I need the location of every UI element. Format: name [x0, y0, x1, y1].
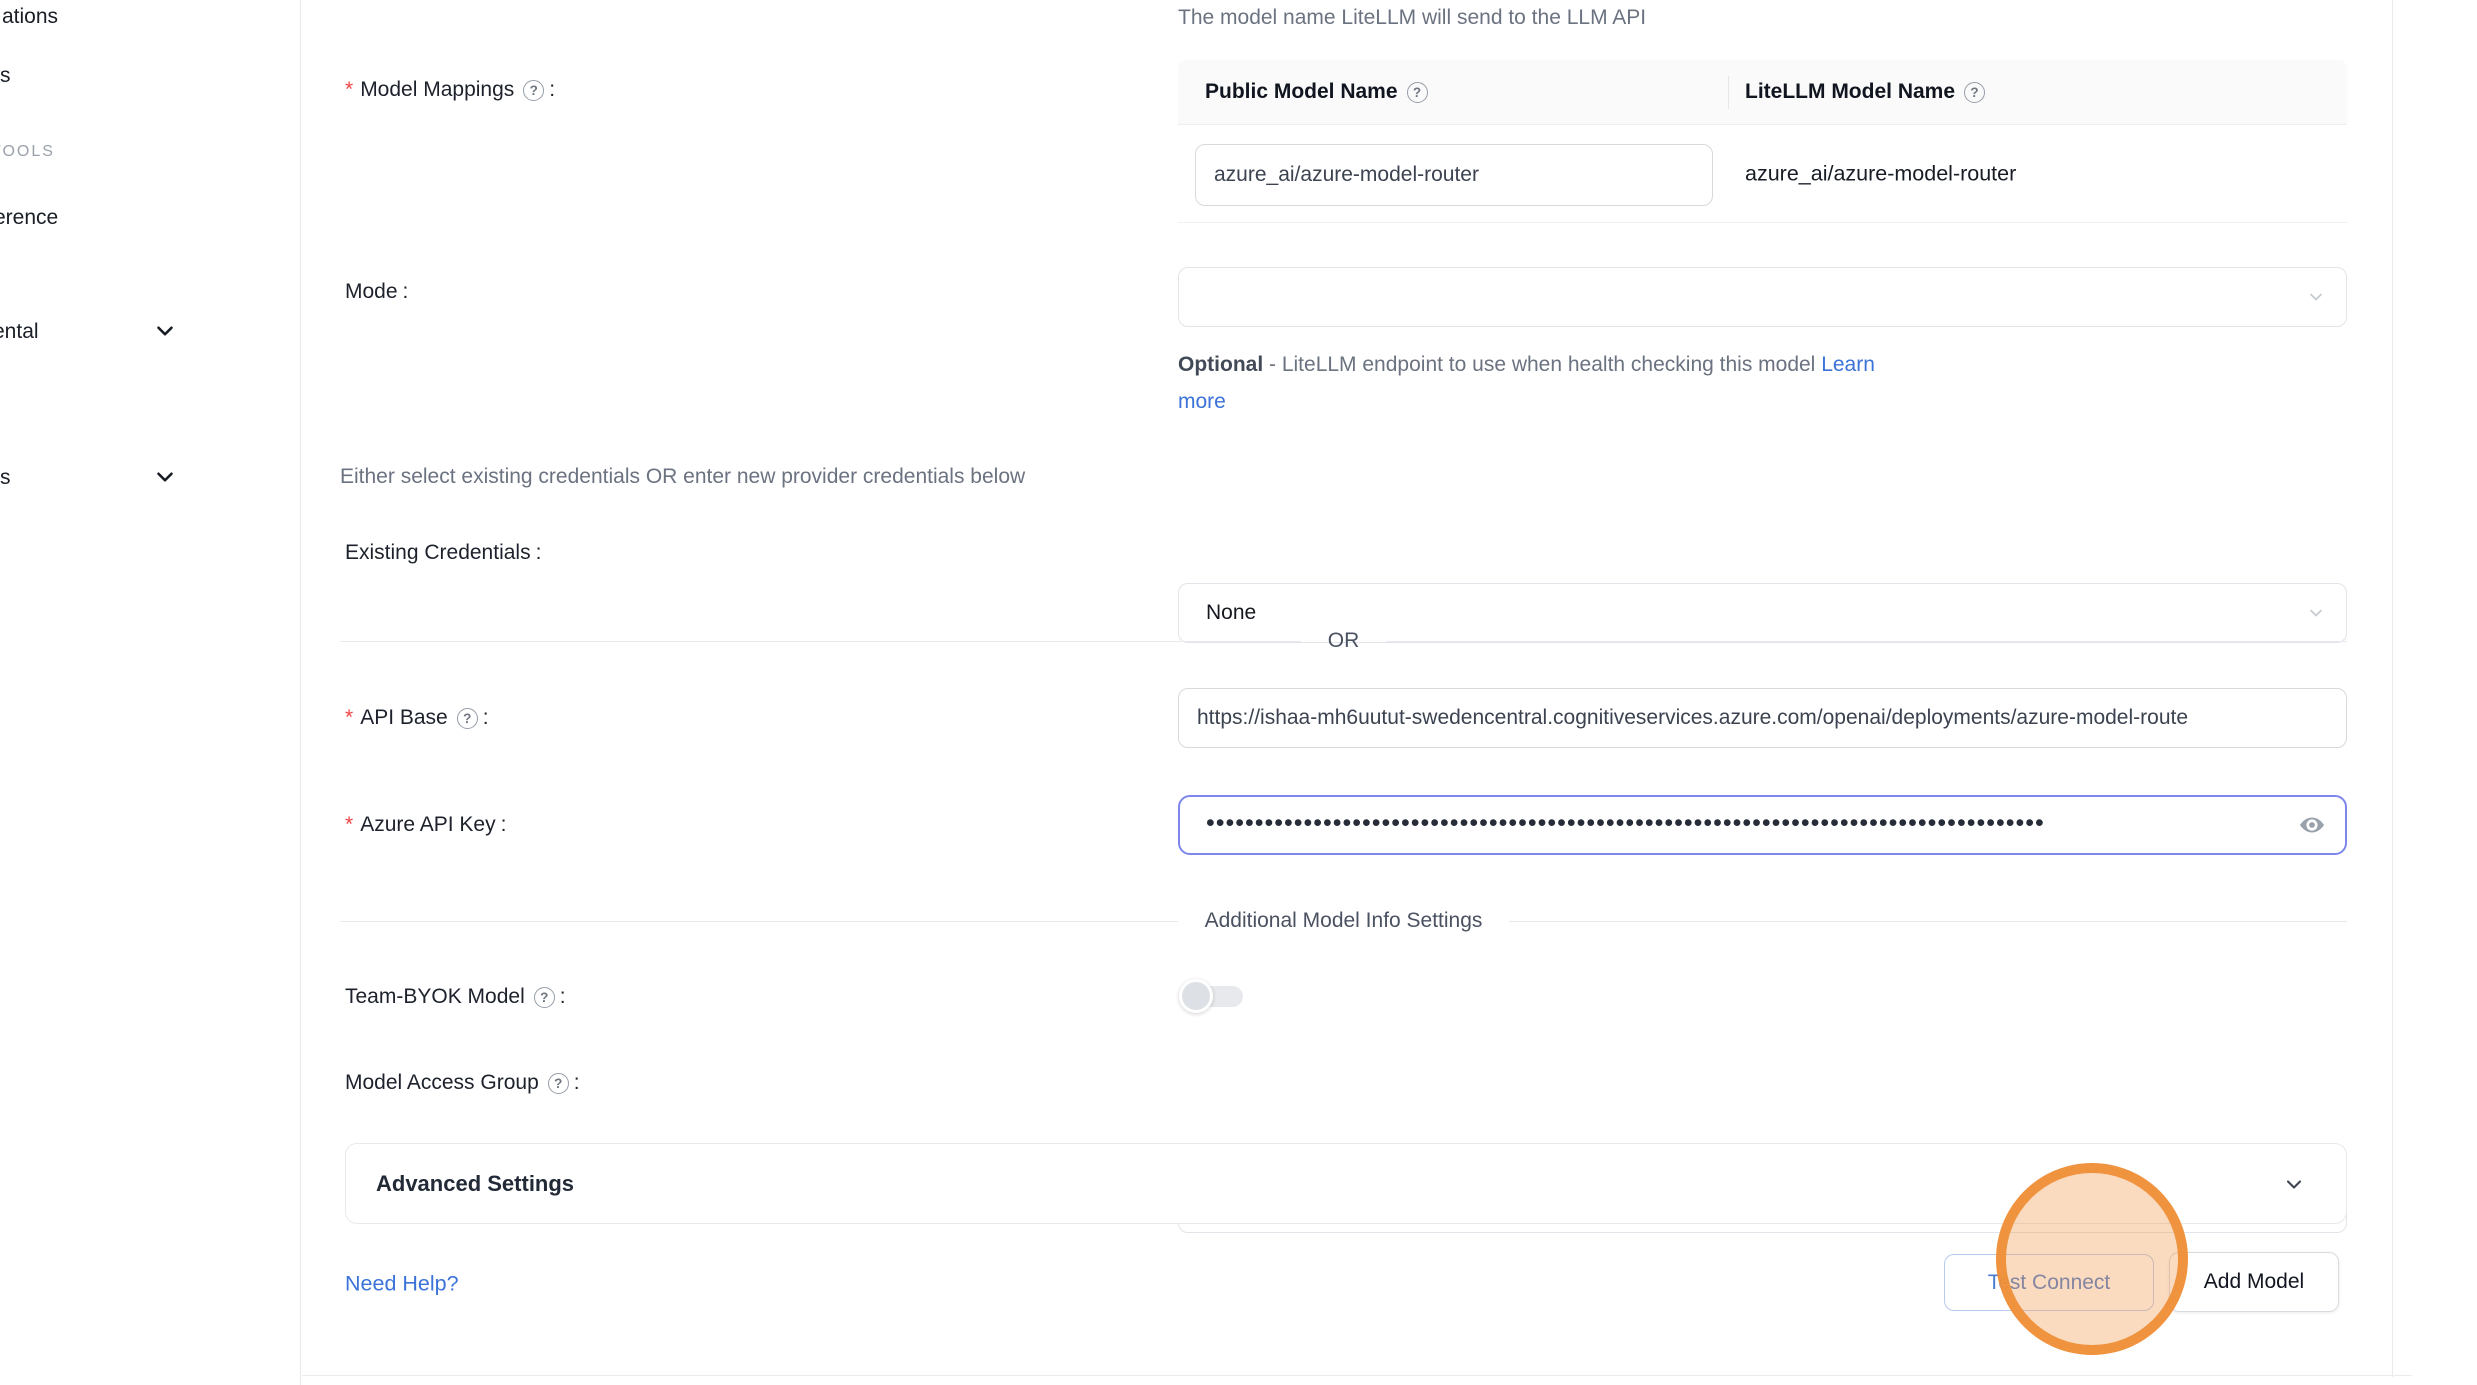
chevron-down-icon — [152, 464, 178, 490]
toggle-knob — [1179, 979, 1213, 1013]
additional-info-divider: Additional Model Info Settings — [340, 909, 2347, 933]
need-help-link[interactable]: Need Help? — [345, 1272, 459, 1297]
sidebar-item-label: s — [0, 64, 11, 88]
chevron-down-icon — [152, 318, 178, 344]
chevron-down-icon — [2306, 603, 2326, 623]
model-mappings-table: Public Model Name ? LiteLLM Model Name ?… — [1178, 60, 2347, 223]
help-icon[interactable]: ? — [534, 987, 555, 1008]
api-base-input[interactable]: https://ishaa-mh6uutut-swedencentral.cog… — [1178, 688, 2347, 748]
api-base-label: * API Base ? : — [345, 706, 489, 730]
or-divider: OR — [340, 629, 2347, 653]
masked-password-value: ••••••••••••••••••••••••••••••••••••••••… — [1206, 809, 2045, 838]
sidebar-item-label: s — [0, 466, 11, 490]
mode-help-text: Optional - LiteLLM endpoint to use when … — [1178, 346, 1875, 420]
mode-label: Mode : — [345, 280, 408, 304]
sidebar-item-experimental[interactable]: ental — [0, 320, 39, 344]
help-icon[interactable]: ? — [1407, 82, 1428, 103]
sidebar-section-tools: TOOLS — [0, 143, 55, 161]
existing-credentials-value: None — [1206, 601, 1256, 625]
card-right-border — [2392, 0, 2393, 1377]
litellm-model-name-header: LiteLLM Model Name ? — [1728, 80, 1985, 104]
azure-api-key-input[interactable]: ••••••••••••••••••••••••••••••••••••••••… — [1178, 795, 2347, 855]
sidebar-item-label: ental — [0, 320, 39, 344]
model-mappings-table-header: Public Model Name ? LiteLLM Model Name ? — [1178, 60, 2347, 125]
add-model-button[interactable]: Add Model — [2169, 1252, 2339, 1312]
column-separator — [1728, 76, 1729, 109]
model-name-help-text: The model name LiteLLM will send to the … — [1178, 6, 1646, 30]
additional-info-divider-text: Additional Model Info Settings — [1205, 909, 1483, 933]
sidebar-item-inference[interactable]: erence — [0, 206, 58, 230]
chevron-down-icon — [2282, 1172, 2306, 1196]
sidebar-item-keys[interactable]: s — [0, 64, 11, 88]
help-icon[interactable]: ? — [457, 708, 478, 729]
help-icon[interactable]: ? — [548, 1073, 569, 1094]
mode-select[interactable] — [1178, 267, 2347, 327]
sidebar-item-organizations[interactable]: ations — [2, 5, 58, 29]
required-mark: * — [345, 813, 353, 837]
azure-api-key-label: * Azure API Key : — [345, 813, 506, 837]
team-byok-label: Team-BYOK Model ? : — [345, 985, 566, 1009]
required-mark: * — [345, 78, 353, 102]
public-model-name-input[interactable]: azure_ai/azure-model-router — [1195, 144, 1713, 206]
sidebar-item-label: ations — [2, 5, 58, 29]
team-byok-toggle[interactable] — [1181, 978, 1247, 1014]
sidebar-item-settings[interactable]: s — [0, 466, 11, 490]
advanced-settings-panel[interactable]: Advanced Settings — [345, 1143, 2347, 1224]
model-mappings-table-row: azure_ai/azure-model-router azure_ai/azu… — [1178, 125, 2347, 223]
public-model-name-header: Public Model Name ? — [1178, 80, 1728, 104]
learn-more-link[interactable]: more — [1178, 390, 1226, 413]
add-model-page: ations s TOOLS erence ental s The model … — [0, 0, 2477, 1385]
sidebar: ations s TOOLS erence ental s — [0, 0, 301, 1385]
help-icon[interactable]: ? — [1964, 82, 1985, 103]
test-connect-button[interactable]: Test Connect — [1944, 1254, 2154, 1311]
model-access-group-label: Model Access Group ? : — [345, 1071, 580, 1095]
required-mark: * — [345, 706, 353, 730]
or-divider-text: OR — [1328, 629, 1360, 653]
chevron-down-icon — [2306, 287, 2326, 307]
credentials-note: Either select existing credentials OR en… — [340, 465, 1025, 489]
help-icon[interactable]: ? — [523, 80, 544, 101]
sidebar-item-label: erence — [0, 206, 58, 230]
learn-more-link[interactable]: Learn — [1821, 353, 1875, 376]
model-mappings-label: * Model Mappings ? : — [345, 78, 555, 102]
litellm-model-name-value: azure_ai/azure-model-router — [1745, 161, 2016, 186]
eye-icon[interactable] — [2297, 813, 2327, 837]
advanced-settings-title: Advanced Settings — [376, 1171, 574, 1197]
card-bottom-border — [302, 1375, 2412, 1376]
existing-credentials-label: Existing Credentials : — [345, 541, 541, 565]
